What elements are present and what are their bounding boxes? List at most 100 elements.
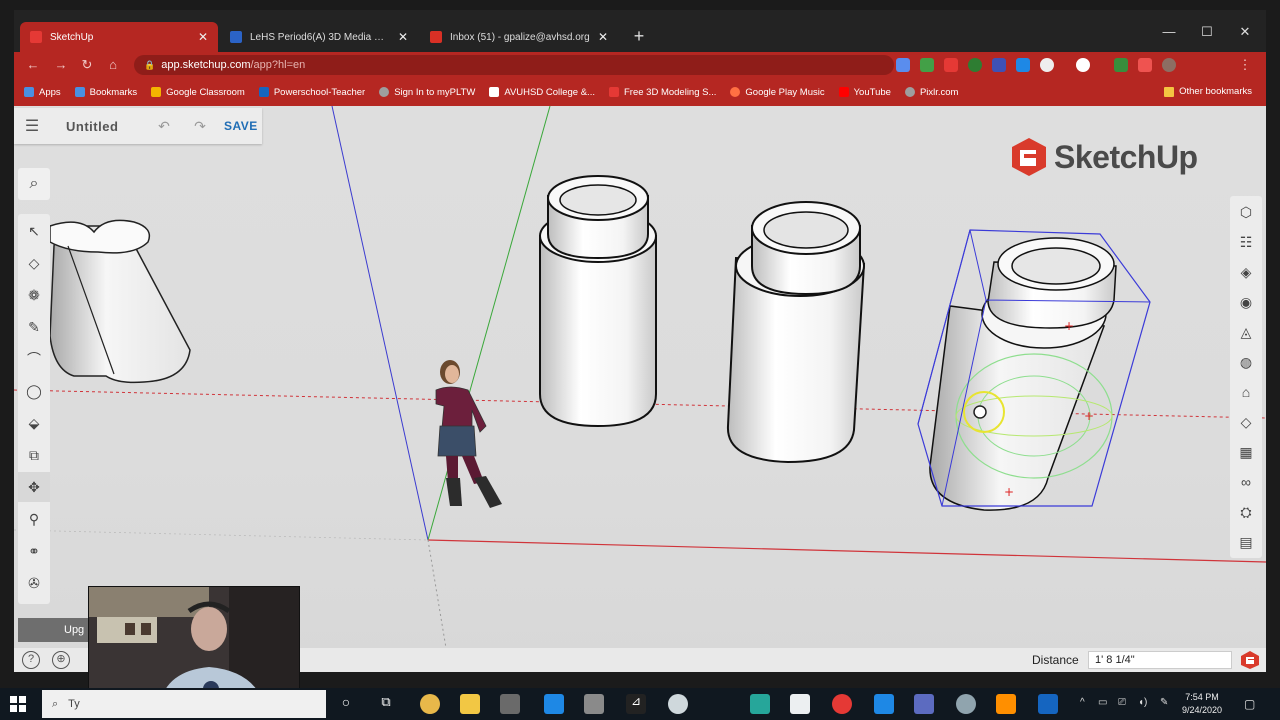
tab-classroom[interactable]: LeHS Period6(A) 3D Media Desi... ✕ <box>220 22 418 52</box>
task-view-icon[interactable]: ⧉ <box>376 694 396 714</box>
push-pull-icon[interactable]: ⬙ <box>18 408 50 438</box>
distance-value-input[interactable]: 1' 8 1/4" <box>1088 651 1232 669</box>
bookmark-classroom[interactable]: Google Classroom <box>151 87 245 98</box>
eraser-tool-icon[interactable]: ◇ <box>18 248 50 278</box>
zoom-icon[interactable] <box>874 694 894 714</box>
extension-icon[interactable] <box>896 58 910 72</box>
offset-tool-icon[interactable]: ⧉ <box>18 440 50 470</box>
extension-icon[interactable] <box>968 58 982 72</box>
extension-icon[interactable] <box>1114 58 1128 72</box>
hamburger-menu-icon[interactable]: ☰ <box>14 116 50 136</box>
extension-icon[interactable] <box>1076 58 1090 72</box>
components-icon[interactable]: ◈ <box>1230 258 1262 286</box>
partial-cylinder[interactable] <box>49 219 191 384</box>
model-info-icon[interactable]: ▤ <box>1230 528 1262 556</box>
discord-icon[interactable] <box>914 694 934 714</box>
search-icon[interactable]: ⌕ <box>18 168 50 200</box>
views-icon[interactable]: ∞ <box>1230 468 1262 496</box>
file-explorer-icon[interactable] <box>460 694 480 714</box>
extension-icon[interactable] <box>1016 58 1030 72</box>
styles-icon[interactable]: ◬ <box>1230 318 1262 346</box>
extension-icon[interactable] <box>920 58 934 72</box>
address-bar[interactable]: 🔒 app.sketchup.com/app?hl=en <box>134 55 894 75</box>
entity-info-icon[interactable]: ⬡ <box>1230 198 1262 226</box>
undo-icon[interactable]: ↶ <box>146 118 182 135</box>
extension-icon[interactable] <box>944 58 958 72</box>
display-icon[interactable]: ⌂ <box>1230 378 1262 406</box>
maximize-icon[interactable]: ☐ <box>1192 24 1222 40</box>
solid-inspector-icon[interactable]: ⛭ <box>1230 498 1262 526</box>
tube-cylinder-2[interactable] <box>726 201 866 464</box>
bookmark-pixlr[interactable]: Pixlr.com <box>904 87 958 98</box>
acrobat-icon[interactable]: ⊿ <box>626 694 646 714</box>
scenes-icon[interactable]: ◍ <box>1230 348 1262 376</box>
browser-menu-icon[interactable]: ⋮ <box>1236 56 1254 74</box>
select-tool-icon[interactable]: ↖ <box>18 216 50 246</box>
app-icon[interactable] <box>956 694 976 714</box>
battery-icon[interactable]: ▭ <box>1098 697 1107 708</box>
help-icon[interactable]: ? <box>22 651 40 669</box>
app-icon[interactable] <box>668 694 688 714</box>
bookmark-apps[interactable]: Apps <box>24 87 61 98</box>
back-icon[interactable]: ← <box>24 56 42 74</box>
taskbar-search-input[interactable]: ⌕ Ty <box>42 690 326 718</box>
instructor-icon[interactable]: ☷ <box>1230 228 1262 256</box>
close-tab-icon[interactable]: ✕ <box>598 30 608 44</box>
calculator-icon[interactable] <box>584 694 604 714</box>
close-tab-icon[interactable]: ✕ <box>398 30 408 44</box>
tab-sketchup[interactable]: SketchUp ✕ <box>20 22 218 52</box>
bookmark-play-music[interactable]: Google Play Music <box>730 87 825 98</box>
selected-tube-cylinder[interactable]: + + + <box>917 229 1151 511</box>
outliner-icon[interactable]: ▦ <box>1230 438 1262 466</box>
document-title[interactable]: Untitled <box>66 119 146 134</box>
arc-tool-icon[interactable]: ⌒ <box>18 344 50 374</box>
materials-icon[interactable]: ◉ <box>1230 288 1262 316</box>
mail-icon[interactable] <box>544 694 564 714</box>
redo-icon[interactable]: ↷ <box>182 118 218 135</box>
cortana-icon[interactable]: ○ <box>336 694 356 714</box>
extension-icon[interactable] <box>1162 58 1176 72</box>
volume-icon[interactable]: ◖) <box>1138 697 1147 708</box>
windows-start-icon[interactable] <box>10 696 26 712</box>
clock[interactable]: 7:54 PM 9/24/2020 <box>1180 691 1224 717</box>
app-icon[interactable] <box>832 694 852 714</box>
bookmark-powerschool[interactable]: Powerschool-Teacher <box>258 87 365 98</box>
ink-icon[interactable]: ✎ <box>1160 697 1168 708</box>
text-tool-icon[interactable]: ⚭ <box>18 536 50 566</box>
wifi-app-icon[interactable] <box>790 694 810 714</box>
forward-icon[interactable]: → <box>52 56 70 74</box>
tube-cylinder-1[interactable] <box>539 175 657 428</box>
minimize-icon[interactable]: — <box>1154 24 1184 39</box>
tags-icon[interactable]: ◇ <box>1230 408 1262 436</box>
tray-chevron-icon[interactable]: ^ <box>1080 697 1085 708</box>
bookmark-youtube[interactable]: YouTube <box>838 87 891 98</box>
tape-measure-icon[interactable]: ⚲ <box>18 504 50 534</box>
notifications-icon[interactable]: ▢ <box>1244 697 1255 711</box>
extension-icon[interactable] <box>992 58 1006 72</box>
home-icon[interactable]: ⌂ <box>104 56 122 74</box>
network-icon[interactable]: ⎚ <box>1118 697 1126 708</box>
app-icon[interactable] <box>750 694 770 714</box>
close-window-icon[interactable]: ✕ <box>1230 24 1260 40</box>
save-button[interactable]: SAVE <box>224 119 258 133</box>
bookmark-avuhsd[interactable]: AVUHSD College &... <box>489 87 595 98</box>
extension-icon[interactable] <box>1138 58 1152 72</box>
obs-icon[interactable] <box>996 694 1016 714</box>
close-tab-icon[interactable]: ✕ <box>198 30 208 44</box>
extension-icon[interactable] <box>1040 58 1054 72</box>
orbit-tool-icon[interactable]: ✇ <box>18 568 50 598</box>
move-tool-icon[interactable]: ✥ <box>18 472 50 502</box>
pencil-tool-icon[interactable]: ✎ <box>18 312 50 342</box>
new-tab-button[interactable]: + <box>628 26 650 48</box>
bookmark-sketchup[interactable]: Free 3D Modeling S... <box>608 87 716 98</box>
circle-tool-icon[interactable]: ◯ <box>18 376 50 406</box>
paint-bucket-icon[interactable]: ❁ <box>18 280 50 310</box>
store-icon[interactable] <box>500 694 520 714</box>
chrome-icon[interactable] <box>420 694 440 714</box>
app-icon[interactable] <box>1038 694 1058 714</box>
upgrade-button[interactable]: Upg <box>18 618 98 642</box>
reload-icon[interactable]: ↻ <box>78 56 96 74</box>
tab-gmail[interactable]: Inbox (51) - gpalize@avhsd.org ✕ <box>420 22 618 52</box>
bookmark-other[interactable]: Other bookmarks <box>1164 86 1252 97</box>
bookmark-bookmarks[interactable]: Bookmarks <box>74 87 137 98</box>
